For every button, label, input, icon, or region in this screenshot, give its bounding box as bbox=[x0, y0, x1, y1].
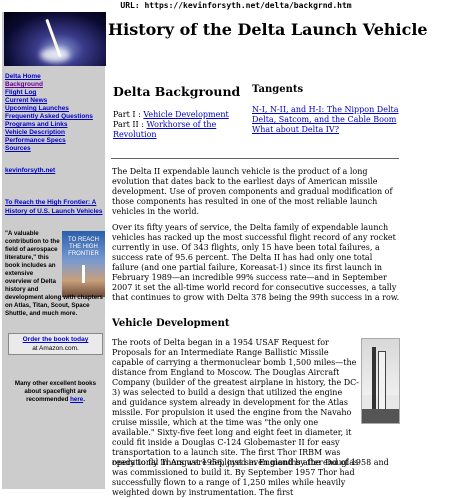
nav-current-news[interactable]: Current News bbox=[5, 97, 105, 105]
nav-sources[interactable]: Sources bbox=[5, 145, 105, 153]
divider bbox=[111, 158, 399, 159]
site-home-link[interactable]: kevinforsyth.net bbox=[5, 167, 55, 174]
development-paragraph: The roots of Delta began in a 1954 USAF … bbox=[112, 338, 359, 497]
tangents-list: N-I, N-II, and H-I: The Nippon Delta Del… bbox=[252, 105, 402, 135]
order-book-subtext: at Amazon.com. bbox=[32, 345, 79, 352]
subsection-title: Vehicle Development bbox=[112, 318, 230, 329]
sidebar-nav: Delta Home Background Flight Log Current… bbox=[5, 73, 105, 153]
photo-ground bbox=[362, 409, 399, 423]
book-cover-title: TO REACH THE HIGH FRONTIER bbox=[68, 237, 99, 257]
launch-tower bbox=[372, 347, 376, 413]
other-books-note: Many other excellent books about spacefl… bbox=[8, 380, 103, 404]
book-cover-image[interactable]: TO REACH THE HIGH FRONTIER bbox=[62, 231, 105, 297]
url-bar[interactable]: URL: https://kevinforsyth.net/delta/back… bbox=[0, 0, 472, 12]
book-title-link[interactable]: To Reach the High Frontier: A History of… bbox=[5, 198, 105, 216]
part-prefix: Part I : bbox=[113, 110, 144, 119]
tangent-link-delta-iv[interactable]: What about Delta IV? bbox=[252, 125, 402, 135]
nav-background[interactable]: Background bbox=[5, 81, 105, 89]
page-title: History of the Delta Launch Vehicle bbox=[108, 20, 428, 39]
other-books-end: . bbox=[83, 396, 85, 403]
part-link-vehicle-development[interactable]: Vehicle Development bbox=[143, 110, 228, 119]
thor-rocket bbox=[378, 351, 386, 413]
tangents-heading: Tangents bbox=[252, 84, 304, 95]
nav-flight-log[interactable]: Flight Log bbox=[5, 89, 105, 97]
tangent-link-satcom[interactable]: Delta, Satcom, and the Cable Boom bbox=[252, 115, 402, 125]
other-books-link[interactable]: here bbox=[70, 396, 83, 403]
nav-upcoming-launches[interactable]: Upcoming Launches bbox=[5, 105, 105, 113]
section-title: Delta Background bbox=[113, 84, 241, 99]
parts-list: Part I : Vehicle Development Part II : W… bbox=[113, 110, 248, 140]
order-book-box: Order the book today at Amazon.com. bbox=[8, 333, 103, 355]
part-item: Part I : Vehicle Development bbox=[113, 110, 248, 120]
nav-vehicle-description[interactable]: Vehicle Description bbox=[5, 129, 105, 137]
tangent-link-nippon-delta[interactable]: N-I, N-II, and H-I: The Nippon Delta bbox=[252, 105, 402, 115]
nav-programs-links[interactable]: Programs and Links bbox=[5, 121, 105, 129]
thor-rocket-photo bbox=[361, 338, 400, 424]
book-quote-continued: development along with chapters on Atlas… bbox=[5, 294, 103, 317]
nav-performance-specs[interactable]: Performance Specs bbox=[5, 137, 105, 145]
record-paragraph: Over its fifty years of service, the Del… bbox=[112, 223, 400, 302]
part-item: Part II : Workhorse of the Revolution bbox=[113, 120, 248, 140]
development-paragraph-tail: operational Thors were deployed in Engla… bbox=[112, 458, 389, 467]
book-cover-rocket-graphic bbox=[82, 265, 85, 283]
part-prefix: Part II : bbox=[113, 120, 147, 129]
banner-image bbox=[4, 12, 106, 66]
launch-glow-graphic bbox=[40, 48, 70, 62]
nav-delta-home[interactable]: Delta Home bbox=[5, 73, 105, 81]
book-quote: "A valuable contribution to the field of… bbox=[5, 230, 60, 293]
nav-faq[interactable]: Frequently Asked Questions bbox=[5, 113, 105, 121]
intro-paragraph: The Delta II expendable launch vehicle i… bbox=[112, 167, 393, 216]
order-book-link[interactable]: Order the book today bbox=[9, 334, 102, 344]
